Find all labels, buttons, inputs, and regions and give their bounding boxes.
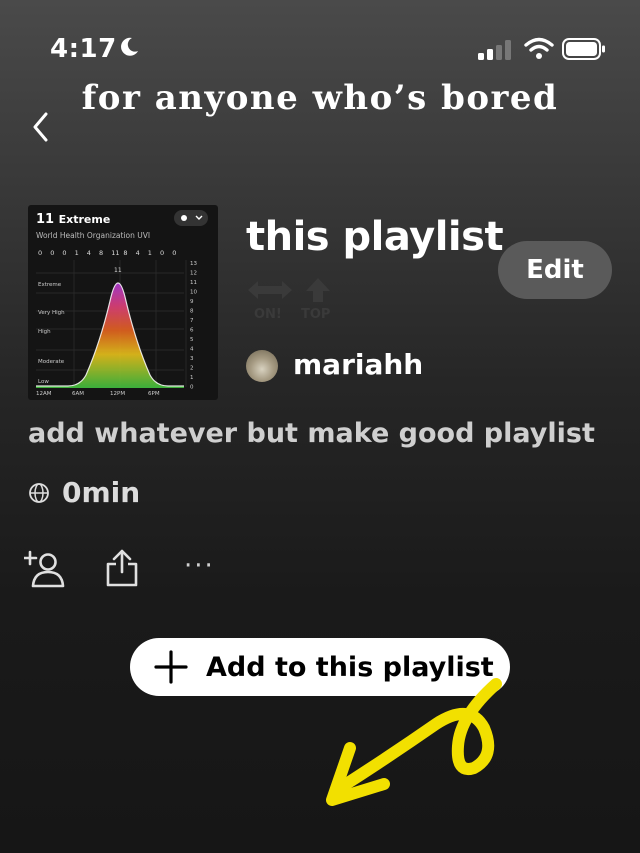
cover-scale-label: 5: [190, 337, 194, 343]
cover-time-12am: 12AM: [36, 391, 52, 397]
playlist-title: this playlist: [246, 214, 504, 260]
cover-scale-label: 1: [190, 375, 194, 381]
battery-icon: [562, 38, 605, 60]
cover-level-moderate: Moderate: [38, 359, 65, 365]
cover-time-6pm: 6PM: [148, 391, 160, 397]
avatar[interactable]: [246, 350, 278, 382]
cover-org-label: World Health Organization UVI: [36, 231, 150, 240]
back-chevron-icon[interactable]: [28, 110, 54, 144]
cover-scale-label: 12: [190, 271, 197, 277]
cover-hourly-value: 11: [111, 249, 119, 257]
cover-hourly-value: 8: [99, 249, 103, 257]
cover-hourly-value: 0: [172, 249, 176, 257]
cover-uv-label: Extreme: [59, 213, 111, 226]
cover-scale-label: 10: [190, 290, 197, 296]
cover-scale-label: 9: [190, 299, 194, 305]
cover-scale-label: 7: [190, 318, 194, 324]
cover-hourly-value: 8: [123, 249, 127, 257]
cover-time-6am: 6AM: [72, 391, 84, 397]
cover-scale-label: 0: [190, 385, 194, 391]
status-time: 4:17: [50, 34, 117, 64]
cover-peak-label: 11: [114, 267, 122, 274]
cover-scale-label: 6: [190, 328, 194, 334]
plus-icon: [154, 650, 188, 684]
cover-scale-label: 3: [190, 356, 194, 362]
cover-hourly-value: 1: [75, 249, 79, 257]
cover-hourly-value: 0: [38, 249, 42, 257]
cover-hourly-value: 0: [62, 249, 66, 257]
cover-scale-label: 4: [190, 347, 194, 353]
globe-icon: [29, 483, 49, 503]
cover-hourly-value: 4: [136, 249, 140, 257]
owner-name[interactable]: mariahh: [293, 348, 423, 381]
cover-time-12pm: 12PM: [110, 391, 125, 397]
cover-hourly-value: 1: [148, 249, 152, 257]
moon-icon: [121, 37, 138, 56]
svg-text:11 Extreme: 11 Extreme: [36, 212, 110, 227]
playlist-description: add whatever but make good playlist: [28, 418, 595, 449]
cover-scale-label: 13: [190, 261, 197, 267]
cover-scale-label: 11: [190, 280, 197, 286]
share-icon[interactable]: [104, 548, 140, 588]
add-collaborator-icon[interactable]: [24, 550, 66, 588]
cover-scale-label: 8: [190, 309, 194, 315]
overlay-caption: for anyone who’s bored: [81, 78, 559, 118]
cover-hourly-value: 0: [160, 249, 164, 257]
cover-hourly-value: 4: [87, 249, 91, 257]
cover-uv-value: 11: [36, 212, 54, 227]
cover-hourly-value: 0: [50, 249, 54, 257]
edit-button[interactable]: Edit: [498, 241, 612, 299]
cover-level-low: Low: [38, 379, 49, 385]
cellular-signal-icon: [478, 40, 511, 60]
cover-level-extreme: Extreme: [38, 282, 62, 288]
cover-level-very-high: Very High: [38, 310, 65, 316]
cover-level-high: High: [38, 329, 51, 335]
arrow-doodle-icon: [326, 678, 502, 806]
more-options-icon[interactable]: ···: [184, 553, 220, 582]
playlist-duration: 0min: [62, 476, 141, 509]
cover-scale-label: 2: [190, 366, 194, 372]
wifi-icon: [524, 37, 554, 59]
playlist-cover-image: 11 Extreme World Health Organization UVI…: [28, 205, 218, 400]
ghost-label-on: ON!: [254, 307, 282, 322]
ghost-arrows-overlay: ON! TOP: [248, 278, 330, 322]
ghost-label-top: TOP: [301, 307, 330, 322]
